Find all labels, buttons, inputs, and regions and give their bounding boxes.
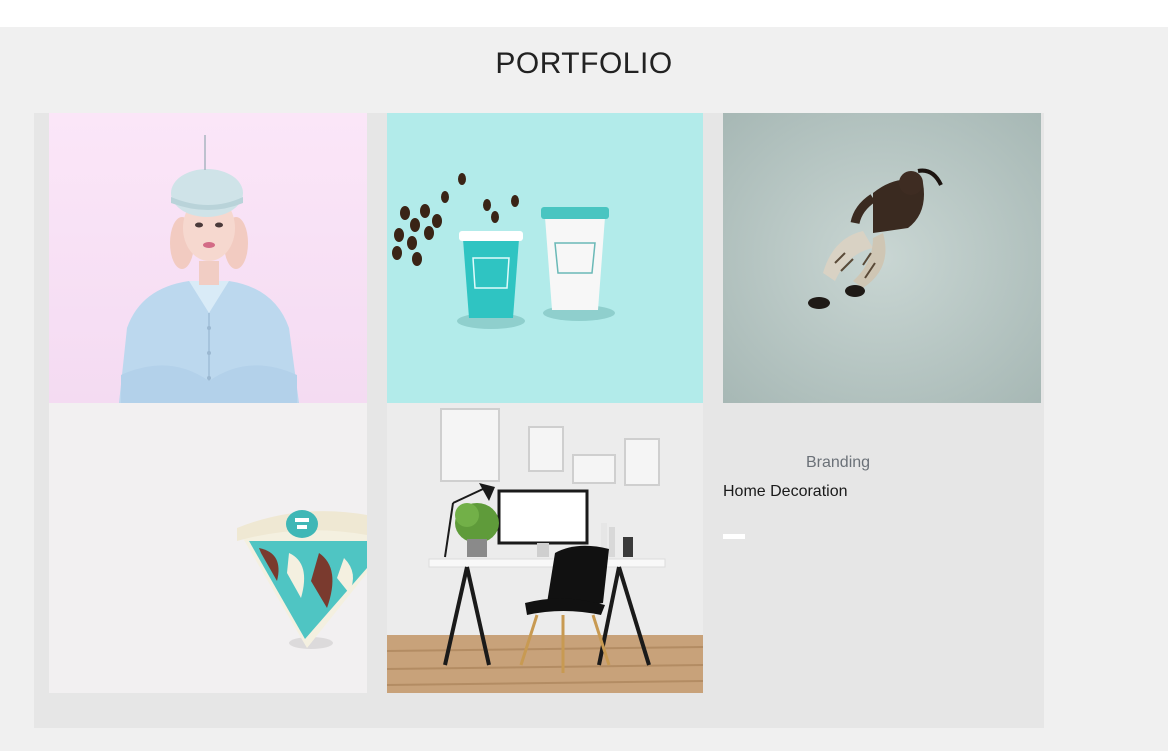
dancer-photo-icon (723, 113, 1041, 403)
packaging-photo-icon (49, 403, 367, 693)
section-title: PORTFOLIO (495, 47, 673, 80)
workspace-photo-icon (387, 403, 703, 693)
caption-divider (723, 534, 745, 539)
portfolio-item-coffee[interactable] (387, 113, 703, 403)
portfolio-item-workspace[interactable] (387, 403, 703, 693)
portrait-photo-icon (49, 113, 367, 403)
top-bar (0, 0, 1168, 27)
item-title[interactable]: Home Decoration (723, 483, 848, 501)
portfolio-item-packaging[interactable] (49, 403, 367, 693)
portfolio-caption: Branding Home Decoration (723, 403, 1041, 693)
portfolio-item-dancer[interactable] (723, 113, 1041, 403)
coffee-cups-photo-icon (387, 113, 703, 403)
portfolio-item-portrait[interactable] (49, 113, 367, 403)
category-label[interactable]: Branding (806, 454, 870, 472)
